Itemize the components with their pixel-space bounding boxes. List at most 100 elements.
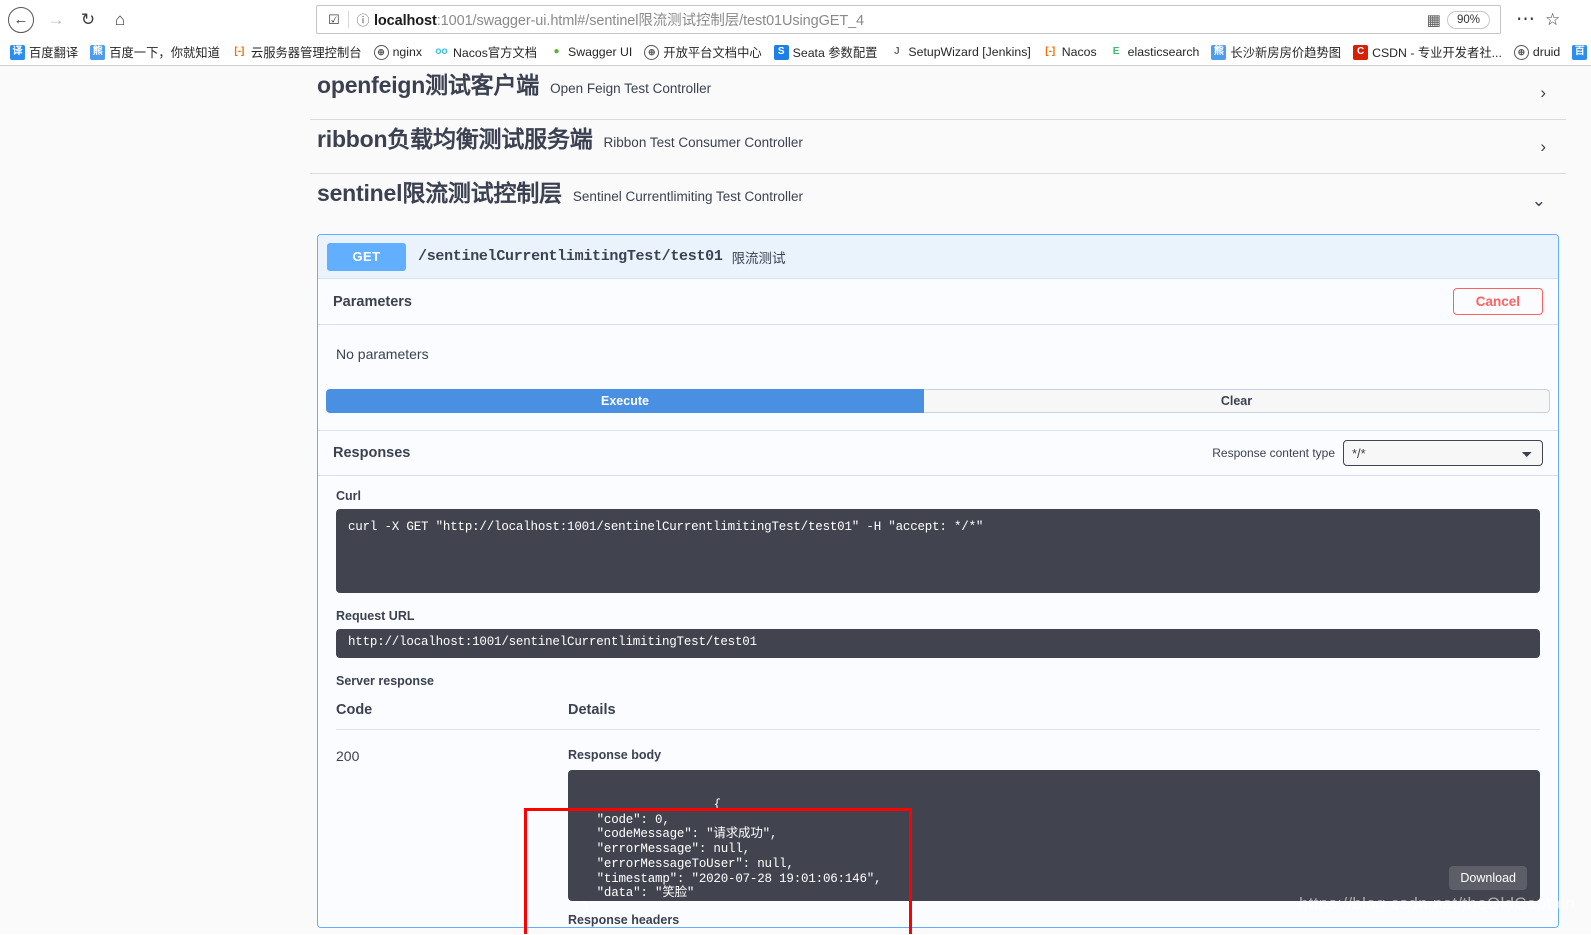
responses-title: Responses xyxy=(333,445,411,461)
tag-header-openfeign[interactable]: openfeign测试客户端 Open Feign Test Controlle… xyxy=(317,66,1556,119)
table-row: 200 Response body { "code": 0, "codeMess… xyxy=(336,730,1540,927)
bookmark-favicon-icon: ⊕ xyxy=(644,44,660,60)
address-bar[interactable]: ☑ ⓘ localhost:1001/swagger-ui.html#/sent… xyxy=(316,5,1501,34)
request-url-label: Request URL xyxy=(336,609,415,623)
column-header-code: Code xyxy=(336,702,373,718)
response-details-area: Curl curl -X GET "http://localhost:1001/… xyxy=(318,476,1558,927)
bookmark-label: Swagger UI xyxy=(568,45,633,59)
bookmark-favicon-icon: 熊 xyxy=(90,44,106,60)
bookmark-item[interactable]: ⊕ 开放平台文档中心 xyxy=(638,41,767,63)
reload-icon[interactable]: ↻ xyxy=(72,4,104,36)
cancel-button[interactable]: Cancel xyxy=(1452,288,1543,315)
toolbar-right-group: ⋯ ☆ xyxy=(1507,8,1566,31)
response-details-cell: Response body { "code": 0, "codeMessage"… xyxy=(568,748,1540,927)
bookmark-item[interactable]: 百 xyxy=(1566,41,1591,63)
responses-header: Responses Response content type */* xyxy=(318,430,1558,476)
bookmarks-bar: 译百度翻译熊百度一下，你就知道 [-] 云服务器管理控制台 ⊕ nginx oo Nacos… xyxy=(0,39,1591,65)
chevron-right-icon[interactable]: › xyxy=(1540,137,1556,157)
no-parameters-text: No parameters xyxy=(336,346,429,362)
tag-section-openfeign: openfeign测试客户端 Open Feign Test Controlle… xyxy=(310,66,1566,120)
bookmark-favicon-icon: oo xyxy=(435,46,448,57)
forward-arrow-icon[interactable]: → xyxy=(40,4,72,36)
bookmark-label: Nacos官方文档 xyxy=(452,46,538,60)
tag-description: Open Feign Test Controller xyxy=(550,81,712,96)
bookmark-favicon-icon: ⊕ xyxy=(373,44,389,60)
browser-chrome: ← → ↻ ⌂ ☑ ⓘ localhost:1001/swagger-ui.ht… xyxy=(0,0,1591,66)
response-body-block: { "code": 0, "codeMessage": "请求成功", "err… xyxy=(568,770,1540,915)
bookmark-label: elasticsearch xyxy=(1127,45,1200,59)
bookmark-label: 开放平台文档中心 xyxy=(663,46,762,60)
request-url-block: http://localhost:1001/sentinelCurrentlim… xyxy=(336,629,1540,658)
response-content-type-group: Response content type */* xyxy=(1212,440,1543,466)
home-icon[interactable]: ⌂ xyxy=(104,4,136,36)
ellipsis-icon[interactable]: ⋯ xyxy=(1507,8,1545,31)
bookmark-favicon-icon: 译 xyxy=(10,44,25,60)
back-arrow-icon[interactable]: ← xyxy=(8,6,34,33)
info-icon[interactable]: ⓘ xyxy=(352,10,374,29)
response-body-json: { "code": 0, "codeMessage": "请求成功", "err… xyxy=(582,797,882,915)
url-rest: :1001/swagger-ui.html#/sentinel限流测试控制层/t… xyxy=(436,13,865,29)
bookmark-label: 百度一下，你就知道 xyxy=(109,46,220,60)
bookmark-item[interactable]: J SetupWizard [Jenkins] xyxy=(883,41,1036,63)
response-body-label: Response body xyxy=(568,748,662,762)
bookmark-item[interactable]: oo Nacos官方文档 xyxy=(428,41,543,63)
response-content-type-label: Response content type xyxy=(1212,446,1335,460)
bookmark-favicon-icon: [-] xyxy=(234,46,245,57)
chevron-down-icon[interactable]: ⌄ xyxy=(1532,191,1556,211)
bookmark-favicon-icon: ● xyxy=(553,46,560,57)
tag-section-ribbon: ribbon负载均衡测试服务端 Ribbon Test Consumer Con… xyxy=(310,120,1566,174)
bookmark-item[interactable]: 熊长沙新房房价趋势图 xyxy=(1205,41,1347,63)
operation-path: /sentinelCurrentlimitingTest/test01 xyxy=(418,248,723,265)
bookmark-favicon-icon: 百 xyxy=(1572,44,1588,60)
bookmark-item[interactable]: ● Swagger UI xyxy=(543,41,638,63)
chevron-right-icon[interactable]: › xyxy=(1540,83,1556,103)
tag-section-sentinel: sentinel限流测试控制层 Sentinel Currentlimiting… xyxy=(310,174,1566,227)
bookmark-label: Nacos xyxy=(1061,45,1097,59)
response-content-type-select[interactable]: */* xyxy=(1343,440,1543,466)
bookmark-favicon-icon: S xyxy=(773,44,789,60)
qr-code-icon[interactable]: ▦ xyxy=(1420,11,1447,29)
curl-label: Curl xyxy=(336,489,361,503)
clear-button[interactable]: Clear xyxy=(924,389,1550,413)
bookmark-favicon-icon: J xyxy=(894,46,900,57)
operation-summary-bar[interactable]: GET /sentinelCurrentlimitingTest/test01 … xyxy=(318,235,1558,278)
page-content: openfeign测试客户端 Open Feign Test Controlle… xyxy=(0,66,1591,934)
bookmark-label: 云服务器管理控制台 xyxy=(250,46,362,60)
browser-toolbar: ← → ↻ ⌂ ☑ ⓘ localhost:1001/swagger-ui.ht… xyxy=(0,0,1591,39)
address-bar-text: localhost:1001/swagger-ui.html#/sentinel… xyxy=(374,9,1420,30)
bookmark-favicon-icon: ⊕ xyxy=(1513,44,1529,60)
bookmark-favicon-icon: E xyxy=(1112,46,1120,57)
bookmark-item[interactable]: ⊕ nginx xyxy=(368,41,428,63)
response-headers-label: Response headers xyxy=(568,913,1540,927)
column-header-details: Details xyxy=(568,702,616,718)
execute-button[interactable]: Execute xyxy=(326,389,924,413)
download-button[interactable]: Download xyxy=(1449,866,1527,890)
curl-command-block: curl -X GET "http://localhost:1001/senti… xyxy=(336,509,1540,593)
bookmark-label: druid xyxy=(1532,45,1561,59)
bookmark-item[interactable]: 译百度翻译 xyxy=(4,41,84,63)
bookmark-item[interactable]: S Seata 参数配置 xyxy=(768,41,884,63)
response-status-code: 200 xyxy=(336,748,360,764)
address-divider xyxy=(348,11,349,28)
tag-header-sentinel[interactable]: sentinel限流测试控制层 Sentinel Currentlimiting… xyxy=(317,174,1556,227)
action-button-row: Execute Clear xyxy=(318,389,1558,430)
bookmark-favicon-icon: [-] xyxy=(1045,46,1056,57)
bookmark-item[interactable]: 熊百度一下，你就知道 xyxy=(84,41,226,63)
bookmark-favicon-icon: C xyxy=(1353,44,1369,60)
tag-description: Sentinel Currentlimiting Test Controller xyxy=(572,189,804,204)
operation-block: GET /sentinelCurrentlimitingTest/test01 … xyxy=(317,234,1559,928)
zoom-level-badge[interactable]: 90% xyxy=(1446,10,1490,29)
shield-icon: ☑ xyxy=(328,11,340,27)
bookmark-item[interactable]: Eelasticsearch xyxy=(1103,41,1206,63)
tag-description: Ribbon Test Consumer Controller xyxy=(603,135,803,150)
bookmark-label: 长沙新房房价趋势图 xyxy=(1230,46,1342,60)
bookmark-label: Seata 参数配置 xyxy=(792,46,878,60)
bookmark-item[interactable]: [-] Nacos xyxy=(1037,41,1103,63)
bookmark-item[interactable]: ⊕ druid xyxy=(1508,41,1566,63)
tag-header-ribbon[interactable]: ribbon负载均衡测试服务端 Ribbon Test Consumer Con… xyxy=(317,120,1556,173)
server-response-label: Server response xyxy=(336,674,434,688)
bookmark-item[interactable]: [-] 云服务器管理控制台 xyxy=(226,41,368,63)
bookmark-item[interactable]: C CSDN - 专业开发者社... xyxy=(1347,41,1508,63)
star-icon[interactable]: ☆ xyxy=(1545,10,1566,30)
operation-body: Parameters Cancel No parameters Execute … xyxy=(318,278,1558,927)
